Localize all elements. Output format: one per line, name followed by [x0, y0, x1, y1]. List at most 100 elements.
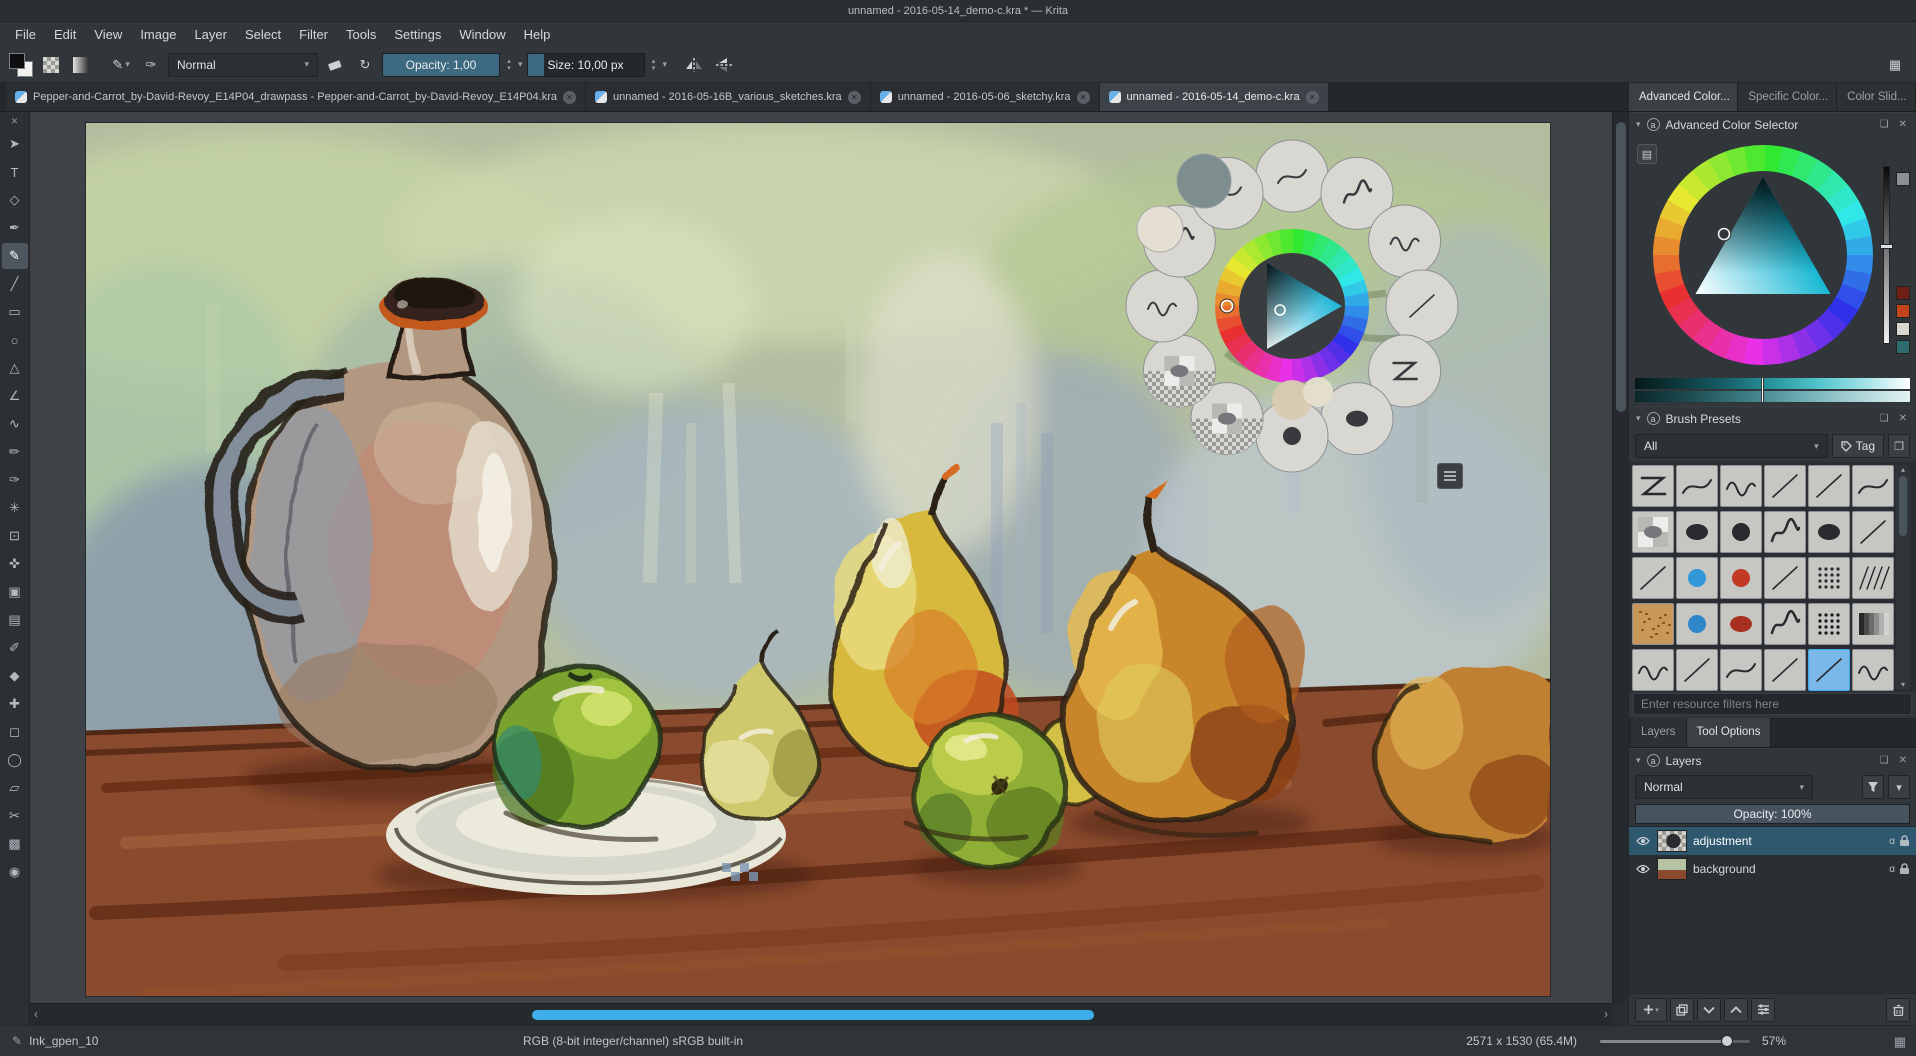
dock-tab-advanced-color[interactable]: Advanced Color... [1629, 83, 1738, 111]
close-icon[interactable]: ✕ [1897, 119, 1909, 130]
advanced-color-selector[interactable]: ▤ [1629, 136, 1916, 375]
close-icon[interactable]: ✕ [1897, 413, 1909, 424]
pattern-chooser-button[interactable] [38, 52, 64, 78]
tool-select-freehand[interactable]: ✂ [2, 803, 28, 829]
layer-status-icons[interactable]: α [1889, 863, 1910, 875]
tool-zoom[interactable]: ◉ [2, 859, 28, 885]
brush-preset-14[interactable] [1720, 557, 1762, 599]
float-icon[interactable]: ❏ [1878, 119, 1891, 130]
layer-filter-button[interactable] [1862, 775, 1884, 799]
tool-select-contiguous[interactable]: ▩ [2, 831, 28, 857]
tool-calligraphy[interactable]: ✒ [2, 215, 28, 241]
color-swatch[interactable] [1896, 340, 1910, 354]
edit-brush-settings-button[interactable]: ✑ [138, 52, 164, 78]
menu-view[interactable]: View [85, 25, 131, 44]
tool-rectangle[interactable]: ▭ [2, 299, 28, 325]
brush-preset-24[interactable] [1632, 649, 1674, 691]
fg-bg-color-selector[interactable] [8, 52, 34, 78]
brush-preset-5[interactable] [1852, 465, 1894, 507]
brush-preset-1[interactable] [1676, 465, 1718, 507]
menu-settings[interactable]: Settings [385, 25, 450, 44]
tool-assistants[interactable]: ✚ [2, 691, 28, 717]
layer-properties-button[interactable] [1751, 998, 1775, 1022]
scroll-down-icon[interactable]: ▾ [1901, 680, 1905, 689]
tab-close-icon[interactable]: ✕ [563, 91, 576, 104]
mirror-vertical-button[interactable] [711, 52, 737, 78]
menu-select[interactable]: Select [236, 25, 290, 44]
popup-palette[interactable] [1120, 134, 1464, 478]
brush-preset-10[interactable] [1808, 511, 1850, 553]
palette-menu-button[interactable] [1437, 463, 1463, 489]
document-tab-3[interactable]: unnamed - 2016-05-14_demo-c.kra✕ [1100, 83, 1329, 111]
reload-preset-button[interactable]: ↻ [352, 52, 378, 78]
tool-crop[interactable]: ▣ [2, 579, 28, 605]
color-wheel[interactable] [1651, 143, 1875, 367]
duplicate-layer-button[interactable] [1670, 998, 1694, 1022]
document-tab-1[interactable]: unnamed - 2016-05-16B_various_sketches.k… [586, 83, 871, 111]
vertical-scrollbar[interactable] [1612, 112, 1628, 1003]
canvas-area[interactable]: ‹ › [30, 112, 1628, 1025]
tool-gradient[interactable]: ▤ [2, 607, 28, 633]
preset-scroll-thumb[interactable] [1899, 476, 1907, 536]
move-layer-up-button[interactable] [1724, 998, 1748, 1022]
brush-preset-16[interactable] [1808, 557, 1850, 599]
shade-selector[interactable] [1629, 375, 1916, 406]
tool-freehand-path[interactable]: ✏ [2, 439, 28, 465]
close-icon[interactable]: ✕ [1897, 755, 1909, 766]
move-layer-down-button[interactable] [1697, 998, 1721, 1022]
tool-edit-shapes[interactable]: ◇ [2, 187, 28, 213]
dock-tab-color-slid[interactable]: Color Slid... [1837, 83, 1916, 111]
chevron-down-icon[interactable]: ▾ [518, 59, 523, 70]
layer-status-icons[interactable]: α [1889, 835, 1910, 847]
brush-preset-2[interactable] [1720, 465, 1762, 507]
zoom-slider-thumb[interactable] [1721, 1035, 1733, 1047]
brush-preset-7[interactable] [1676, 511, 1718, 553]
float-icon[interactable]: ❏ [1878, 755, 1891, 766]
value-strip[interactable] [1883, 166, 1890, 344]
brush-preset-29[interactable] [1852, 649, 1894, 691]
tab-close-icon[interactable]: ✕ [1077, 91, 1090, 104]
dock-tab-layers[interactable]: Layers [1631, 718, 1687, 747]
menu-file[interactable]: File [6, 25, 45, 44]
menu-help[interactable]: Help [515, 25, 560, 44]
brush-preset-23[interactable] [1852, 603, 1894, 645]
dock-tab-tool-options[interactable]: Tool Options [1687, 718, 1772, 747]
scroll-up-icon[interactable]: ▴ [1901, 465, 1905, 474]
brush-preset-0[interactable] [1632, 465, 1674, 507]
opacity-spinners[interactable]: ▴▾ [504, 58, 514, 72]
size-spinners[interactable]: ▴▾ [649, 58, 659, 72]
tool-color-sampler[interactable]: ✐ [2, 635, 28, 661]
shade-handle[interactable] [1761, 377, 1764, 403]
chevron-down-icon[interactable]: ▾ [663, 59, 668, 70]
tool-multibrush[interactable]: ✳ [2, 495, 28, 521]
tool-move[interactable]: ✜ [2, 551, 28, 577]
layer-row-background[interactable]: background α [1629, 855, 1916, 883]
layer-blend-combo[interactable]: Normal ▾ [1635, 775, 1813, 799]
color-swatch[interactable] [1896, 322, 1910, 336]
tool-dynamic-brush[interactable]: ✑ [2, 467, 28, 493]
brush-preset-4[interactable] [1808, 465, 1850, 507]
shade-bar[interactable] [1635, 391, 1910, 402]
layer-row-adjustment[interactable]: adjustment α [1629, 827, 1916, 855]
brush-preset-15[interactable] [1764, 557, 1806, 599]
brush-preset-chooser-button[interactable]: ✎▾ [108, 52, 134, 78]
brush-preset-3[interactable] [1764, 465, 1806, 507]
brush-preset-11[interactable] [1852, 511, 1894, 553]
resource-filter-input[interactable] [1633, 693, 1912, 715]
tool-line[interactable]: ╱ [2, 271, 28, 297]
brush-preset-25[interactable] [1676, 649, 1718, 691]
brush-preset-13[interactable] [1676, 557, 1718, 599]
brush-preset-27[interactable] [1764, 649, 1806, 691]
brush-size-slider[interactable]: Size: 10,00 px [527, 53, 645, 77]
eraser-mode-button[interactable] [322, 52, 348, 78]
collapse-icon[interactable]: ▾ [1636, 119, 1641, 130]
tool-text[interactable]: T [2, 159, 28, 185]
preset-grid-scrollbar[interactable]: ▴ ▾ [1896, 465, 1910, 689]
color-swatch[interactable] [1896, 304, 1910, 318]
value-strip-handle[interactable] [1880, 244, 1893, 249]
preset-filter-combo[interactable]: All ▾ [1635, 434, 1828, 458]
tool-polygon[interactable]: △ [2, 355, 28, 381]
brush-preset-18[interactable] [1632, 603, 1674, 645]
horizontal-scroll-thumb[interactable] [532, 1010, 1094, 1020]
tool-select-rectangular[interactable]: ◻ [2, 719, 28, 745]
